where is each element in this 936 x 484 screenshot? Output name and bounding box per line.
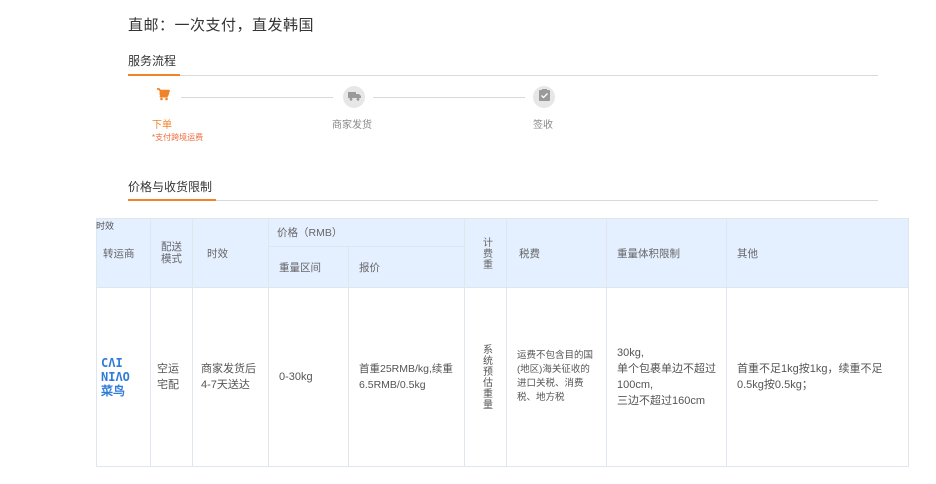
- page-headline: 直邮：一次支付，直发韩国: [128, 17, 315, 34]
- header-price-group: 价格（RMB）: [268, 218, 465, 247]
- header-mode: 配送模式: [150, 218, 193, 288]
- step-sign: [533, 86, 555, 108]
- header-carrier: 时效 转运商: [96, 218, 151, 288]
- cell-weight-range: 0-30kg: [268, 287, 349, 467]
- header-corner-label: 时效: [96, 221, 115, 231]
- step-order: [152, 86, 174, 108]
- step-ship-label: 商家发货: [332, 120, 372, 131]
- header-billing-weight: 计费重: [464, 218, 507, 288]
- header-tax: 税费: [506, 218, 607, 288]
- cell-quote: 首重25RMB/kg,续重6.5RMB/0.5kg: [348, 287, 465, 467]
- clipboard-check-icon: [538, 88, 550, 106]
- cell-time: 商家发货后4-7天送达: [192, 287, 269, 467]
- header-size-limit: 重量体积限制: [606, 218, 727, 288]
- header-time: 时效: [192, 218, 269, 288]
- step-order-label: 下单: [152, 120, 172, 131]
- limits-section-title: 价格与收货限制: [128, 180, 213, 194]
- cell-mode: 空运宅配: [150, 287, 193, 467]
- step-order-note: *支付跨境运费: [152, 133, 204, 142]
- step-connector-2: [373, 97, 525, 98]
- cainiao-logo: CΛI NIΛO 菜鸟: [101, 356, 130, 398]
- process-section-title: 服务流程: [128, 54, 177, 68]
- header-quote: 报价: [348, 246, 465, 288]
- limits-section-underline: [128, 199, 216, 201]
- table-row: CΛI NIΛO 菜鸟 空运宅配 商家发货后4-7天送达 0-30kg 首重25R…: [96, 287, 909, 467]
- cell-other: 首重不足1kg按1kg，续重不足0.5kg按0.5kg；: [726, 287, 909, 467]
- truck-icon: [347, 88, 361, 106]
- cell-tax: 运费不包含目的国(地区)海关征收的进口关税、消费税、地方税: [506, 287, 607, 467]
- step-ship: [343, 86, 365, 108]
- cart-icon: [156, 88, 170, 106]
- limits-section-divider: [128, 200, 878, 201]
- step-sign-label: 签收: [533, 120, 553, 131]
- header-other: 其他: [726, 218, 909, 288]
- cell-size-limit: 30kg, 单个包裹单边不超过100cm, 三边不超过160cm: [606, 287, 727, 467]
- header-weight-range: 重量区间: [268, 246, 349, 288]
- fee-table: 时效 转运商 配送模式 时效 价格（RMB） 计费重 税费 重量体积限制 其他 …: [96, 218, 909, 467]
- process-section-underline: [128, 74, 180, 76]
- step-connector-1: [181, 97, 333, 98]
- process-section-divider: [128, 75, 878, 76]
- cell-billing-weight: 系统预估重量: [464, 287, 507, 467]
- cell-carrier: CΛI NIΛO 菜鸟: [96, 287, 151, 467]
